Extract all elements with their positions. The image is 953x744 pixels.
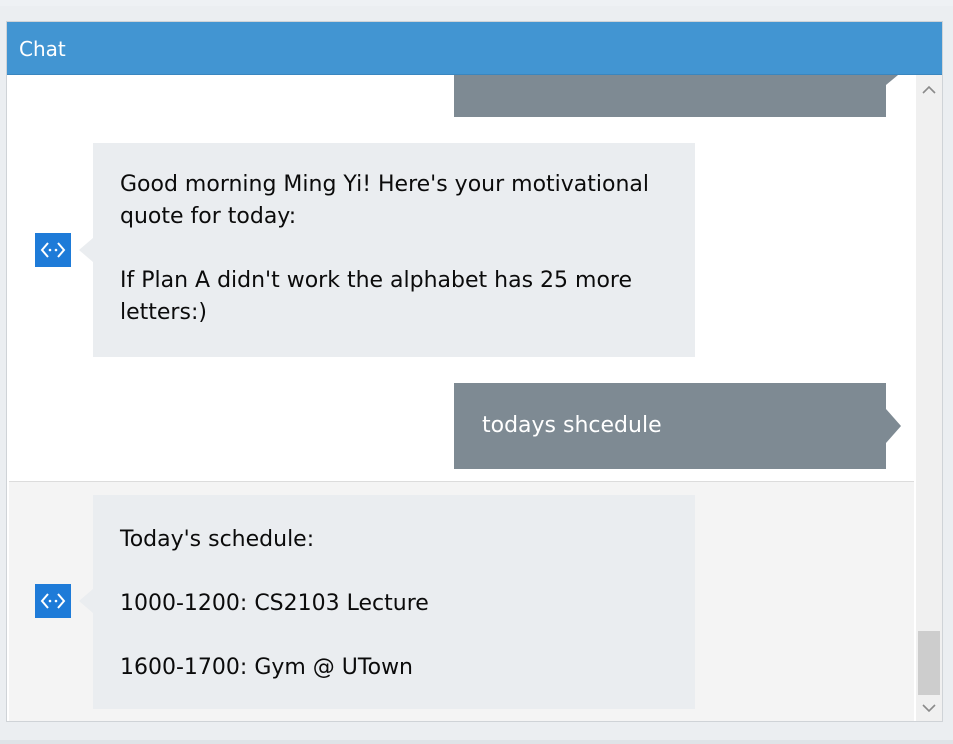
chat-header: Chat <box>7 22 942 75</box>
user-message-partial: Hi <box>454 75 886 117</box>
schedule-item: 1600-1700: Gym @ UTown <box>120 655 414 680</box>
bot-message: Today's schedule: 1000-1200: CS2103 Lect… <box>93 495 695 709</box>
scroll-up-button[interactable] <box>916 77 942 103</box>
bot-message-paragraph: Good morning Ming Yi! Here's your motiva… <box>120 172 657 229</box>
message-list[interactable]: Hi Good morning Ming Yi! Here's your mot… <box>7 75 914 721</box>
top-strip <box>0 0 953 6</box>
chat-title: Chat <box>19 37 66 61</box>
bot-avatar-icon <box>35 233 71 267</box>
schedule-heading: Today's schedule: <box>120 527 315 552</box>
chevron-up-icon <box>922 85 936 94</box>
bottom-strip <box>0 740 953 744</box>
bot-avatar-icon <box>35 584 71 618</box>
bot-avatar-glyph <box>40 242 66 258</box>
bubble-tail <box>79 238 93 262</box>
user-message-text: todays shcedule <box>482 413 662 438</box>
bubble-tail <box>886 75 898 85</box>
bubble-tail <box>79 589 93 613</box>
bubble-tail <box>886 409 901 443</box>
user-message: todays shcedule <box>454 383 886 469</box>
scroll-down-button[interactable] <box>916 695 942 721</box>
schedule-item: 1000-1200: CS2103 Lecture <box>120 591 429 616</box>
bot-message: Good morning Ming Yi! Here's your motiva… <box>93 143 695 357</box>
chat-window: Chat Hi Good morning Ming Yi! Here's you… <box>6 21 943 722</box>
vertical-scrollbar[interactable] <box>916 75 942 721</box>
bot-avatar-glyph <box>40 593 66 609</box>
user-message-text: Hi <box>482 75 505 80</box>
chevron-down-icon <box>922 704 936 713</box>
scroll-thumb[interactable] <box>918 631 940 695</box>
bot-message-paragraph: If Plan A didn't work the alphabet has 2… <box>120 268 640 325</box>
